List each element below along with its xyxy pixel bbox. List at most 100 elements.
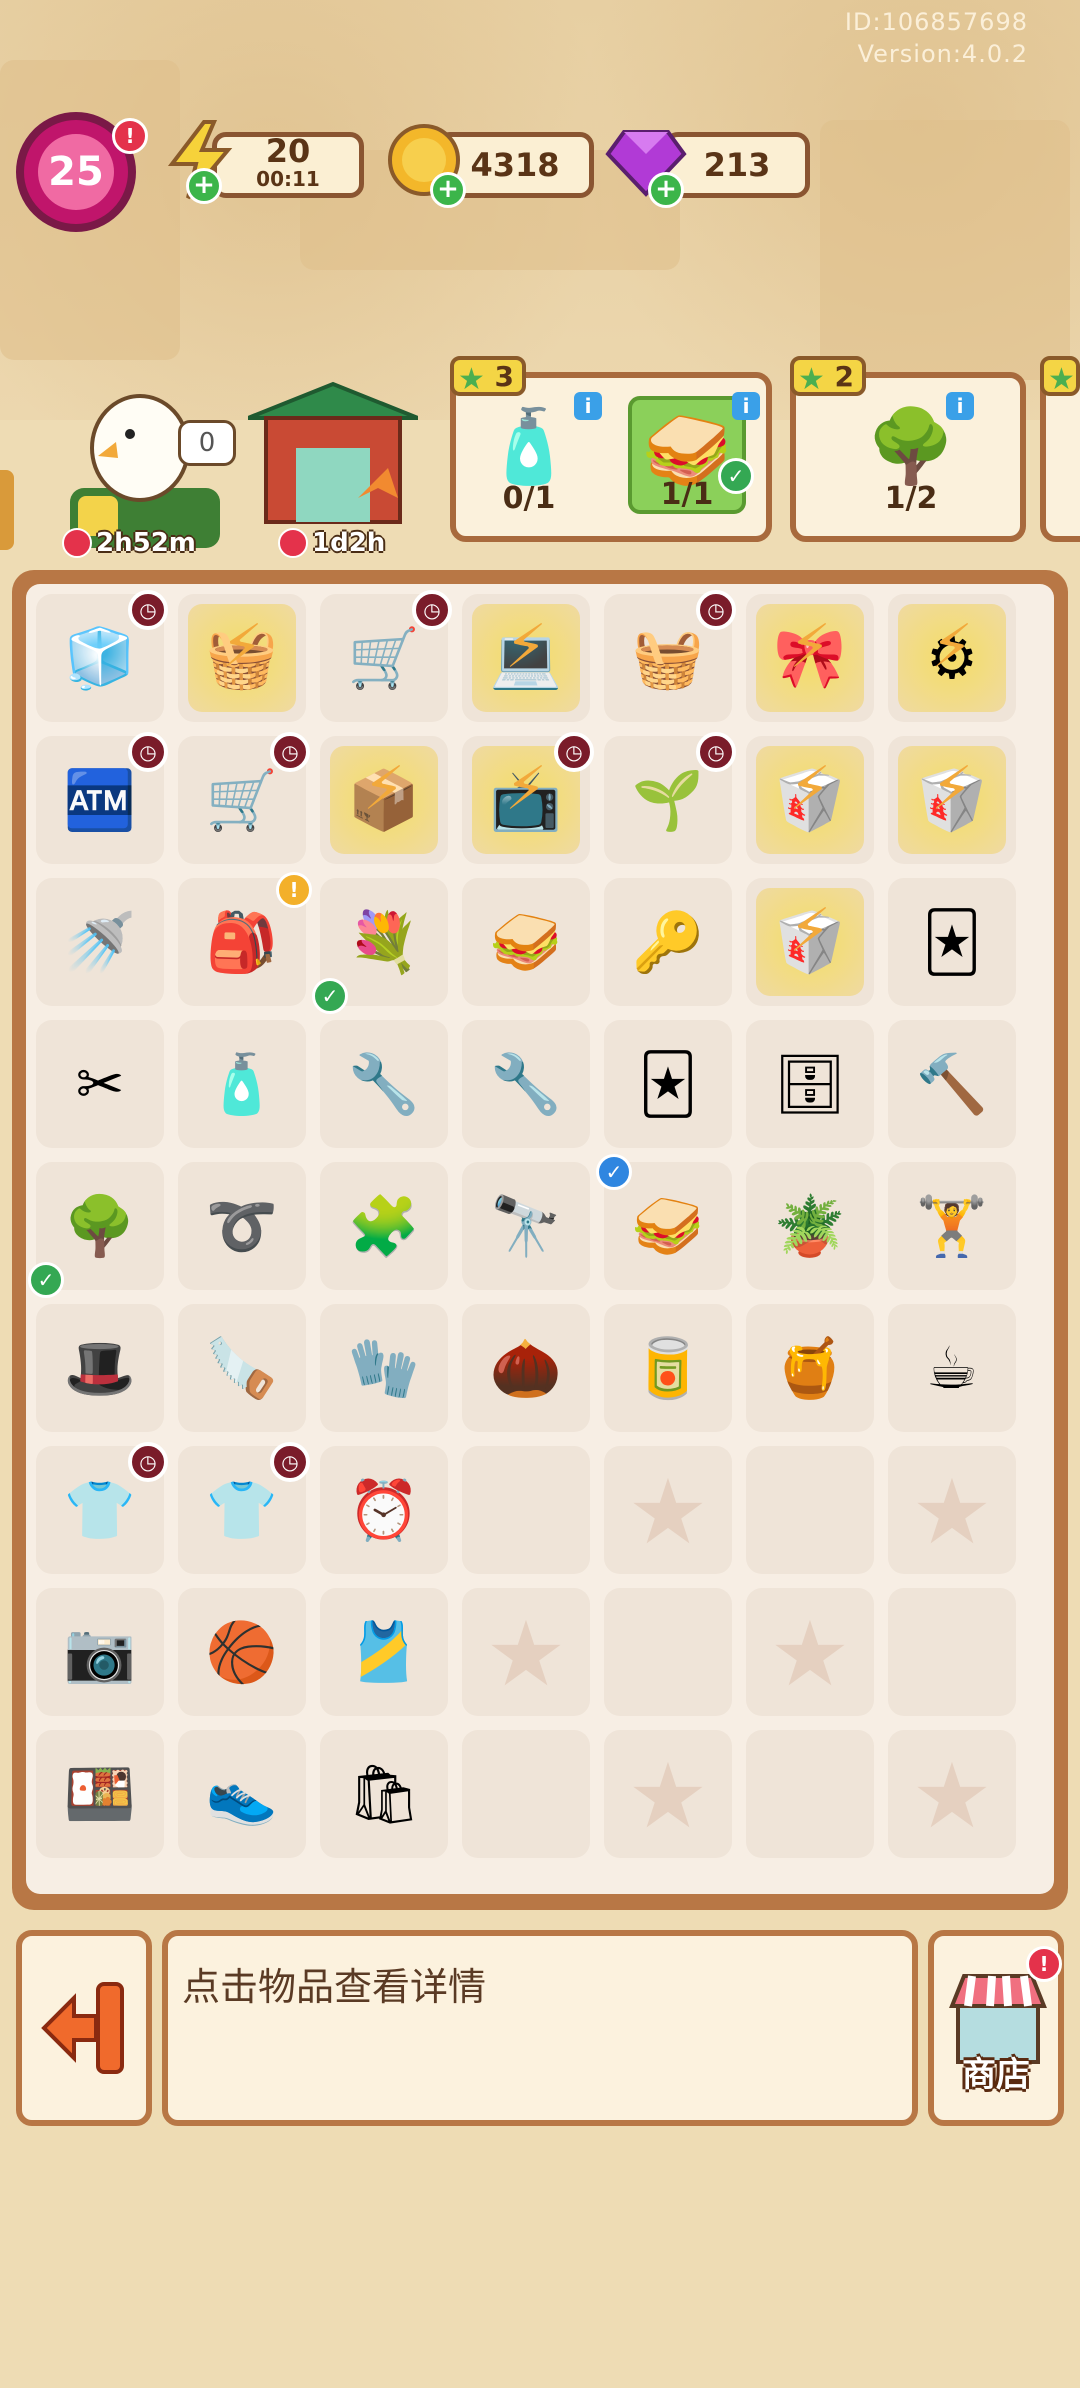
exit-button[interactable] [16, 1930, 152, 2126]
board-cell[interactable]: 🃏 [888, 878, 1016, 1006]
order-reward-value: 2 [834, 359, 854, 393]
board-cell[interactable]: ✂ [36, 1020, 164, 1148]
info-icon[interactable]: i [946, 392, 974, 420]
lock-bolt-icon: ⚡ [788, 612, 832, 682]
board-cell[interactable]: 🧩 [320, 1162, 448, 1290]
lock-bolt-icon: ⚡ [930, 754, 974, 824]
order-card-2[interactable]: ★ 2 🌳 1/2 i [790, 356, 1026, 542]
lock-bolt-icon: ⚡ [220, 612, 264, 682]
board-cell[interactable]: 🧺 ⚡ [178, 594, 306, 722]
clock-icon [62, 528, 92, 558]
board-cell[interactable]: 🍯 [746, 1304, 874, 1432]
board-cell[interactable]: 📷 [36, 1588, 164, 1716]
board-cell[interactable]: 🥡 ⚡ [746, 736, 874, 864]
board-cell[interactable]: 🏧 ◷ [36, 732, 168, 864]
board-cell-star[interactable] [888, 1446, 1016, 1574]
board-cell[interactable]: 🧤 [320, 1304, 448, 1432]
timer-clock-icon: ◷ [128, 732, 168, 772]
board-cell[interactable]: 🛍 [320, 1730, 448, 1858]
board-cell[interactable]: 🧴 [178, 1020, 306, 1148]
info-icon[interactable]: i [574, 392, 602, 420]
board-cell[interactable]: 🎽 [320, 1588, 448, 1716]
order-card-1[interactable]: ★ 3 🧴 0/1 i 🥪 1/1 i ✓ [450, 356, 772, 542]
shop-button[interactable]: 商店 ! [928, 1930, 1064, 2126]
item-description-panel: 点击物品查看详情 [162, 1930, 918, 2126]
board-cell[interactable]: 🌳 ✓ [28, 1162, 164, 1298]
board-cell[interactable]: 🥡 ⚡ [888, 736, 1016, 864]
board-cell[interactable]: 🧊 ◷ [36, 590, 168, 722]
board-cell[interactable]: 📺 ⚡ ◷ [462, 732, 594, 864]
board-cell-empty[interactable] [888, 1588, 1016, 1716]
jump-rope-icon: ➰ [205, 1191, 279, 1260]
star-icon: ★ [1048, 362, 1075, 397]
potted-tree-icon: 🌳 [63, 1191, 137, 1260]
board-cell[interactable]: ☕ [888, 1304, 1016, 1432]
board-cell[interactable]: 🔧 [462, 1020, 590, 1148]
board-cell[interactable]: 👕 ◷ [36, 1442, 168, 1574]
board-cell-star[interactable] [604, 1446, 732, 1574]
pink-lunchbox-icon: 🍱 [63, 1759, 137, 1828]
board-cell[interactable]: 🗄 [746, 1020, 874, 1148]
board-cell[interactable]: ⚙ ⚡ [888, 594, 1016, 722]
energy-value: 20 [265, 132, 311, 170]
green-drill-icon: 🔧 [347, 1049, 421, 1118]
board-cell[interactable]: 🔑 [604, 878, 732, 1006]
board-cell[interactable]: 🪚 [178, 1304, 306, 1432]
board-cell[interactable]: 📦 ⚡ [320, 736, 448, 864]
board-cell[interactable]: ⏰ [320, 1446, 448, 1574]
board-cell[interactable]: 🎒! [178, 872, 312, 1006]
digital-clock-icon: ⏰ [347, 1475, 421, 1544]
board-cell[interactable]: 🛒 ◷ [320, 590, 452, 722]
board-cell-star[interactable] [462, 1588, 590, 1716]
board-cell[interactable]: 🍱 [36, 1730, 164, 1858]
coin-plus-icon[interactable]: + [430, 172, 466, 208]
board-cell[interactable]: 👕 ◷ [178, 1442, 310, 1574]
level-number: 25 [38, 134, 114, 210]
info-icon[interactable]: i [732, 392, 760, 420]
board-cell-star[interactable] [746, 1588, 874, 1716]
board-cell-empty[interactable] [462, 1730, 590, 1858]
board-cell[interactable]: 🥪 [462, 878, 590, 1006]
lock-bolt-icon: ⚡ [788, 754, 832, 824]
board-cell[interactable]: 🔭 [462, 1162, 590, 1290]
order-item: 🧴 0/1 [470, 396, 588, 516]
photo-cards-icon: 🃏 [922, 908, 982, 976]
lock-bolt-icon: ⚡ [362, 754, 406, 824]
board-cell[interactable]: 🏀 [178, 1588, 306, 1716]
board-cell[interactable]: 🃏 [604, 1020, 732, 1148]
energy-plus-icon[interactable]: + [186, 168, 222, 204]
gate-timer-text: 1d2h [312, 528, 386, 558]
board-cell[interactable]: 🔨 [888, 1020, 1016, 1148]
board-cell[interactable]: 👟 [178, 1730, 306, 1858]
board-cell-empty[interactable] [746, 1446, 874, 1574]
clock-icon [278, 528, 308, 558]
board-cell[interactable]: 🏋 [888, 1162, 1016, 1290]
board-cell[interactable]: 🔧 [320, 1020, 448, 1148]
board-cell-star[interactable] [888, 1730, 1016, 1858]
board-cell[interactable]: 🧺 ◷ [604, 590, 736, 722]
board-cell[interactable]: ➰ [178, 1162, 306, 1290]
version-label: Version:4.0.2 [857, 40, 1028, 68]
order-item-progress: 1/2 [884, 481, 938, 516]
wrench-icon: 🔧 [489, 1049, 563, 1118]
board-cell-empty[interactable] [604, 1588, 732, 1716]
board-cell-star[interactable] [604, 1730, 732, 1858]
board-cell[interactable]: 🛒 ◷ [178, 732, 310, 864]
board-cell[interactable]: 🌰 [462, 1304, 590, 1432]
board-cell[interactable]: 🎀 ⚡ [746, 594, 874, 722]
order-card-3[interactable]: ★ [1040, 356, 1080, 542]
board-cell[interactable]: 💐 ✓ [312, 878, 448, 1014]
board-cell[interactable]: 🪴 [746, 1162, 874, 1290]
gem-plus-icon[interactable]: + [648, 172, 684, 208]
board-cell-empty[interactable] [462, 1446, 590, 1574]
board-cell[interactable]: 🥫 [604, 1304, 732, 1432]
gate-producer-icon[interactable] [248, 378, 418, 528]
board-cell[interactable]: 💻 ⚡ [462, 594, 590, 722]
board-cell[interactable]: 🌱 ◷ [604, 732, 736, 864]
board-cell[interactable]: 🚿 [36, 878, 164, 1006]
board-cell[interactable]: 🥪 ✓ [596, 1154, 732, 1290]
board-cell[interactable]: 🎩 [36, 1304, 164, 1432]
user-id: ID:106857698 [844, 8, 1028, 36]
board-cell-empty[interactable] [746, 1730, 874, 1858]
board-cell[interactable]: 🥡 ⚡ [746, 878, 874, 1006]
